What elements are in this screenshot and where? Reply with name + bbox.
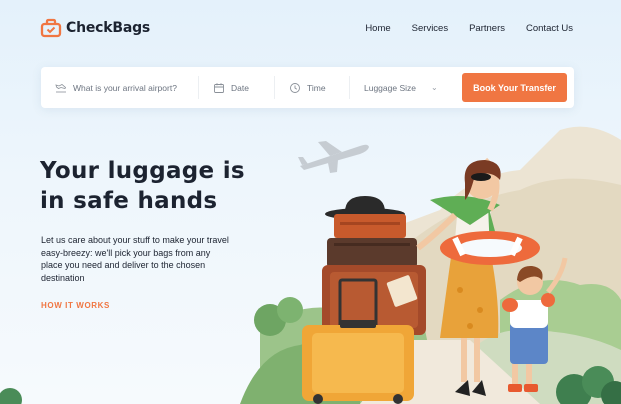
nav-item-partners[interactable]: Partners	[469, 23, 505, 34]
hero-title: Your luggage is in safe hands	[40, 156, 280, 216]
nav-item-home[interactable]: Home	[365, 23, 390, 34]
hero-description: Let us care about your stuff to make you…	[41, 235, 229, 283]
hero-title-line-1: Your luggage is	[40, 158, 245, 184]
chevron-down-icon: ⌄	[431, 83, 438, 92]
booking-bar: What is your arrival airport? Date Time …	[41, 67, 574, 108]
plane-arrival-icon	[55, 83, 66, 92]
time-placeholder: Time	[307, 82, 326, 93]
brand-logo[interactable]: CheckBags	[40, 18, 150, 38]
nav-item-services[interactable]: Services	[412, 23, 448, 34]
date-placeholder: Date	[231, 82, 249, 93]
how-it-works-link[interactable]: HOW IT WORKS	[41, 301, 110, 310]
main-nav: Home Services Partners Contact Us	[365, 23, 573, 34]
hero-title-line-2: in safe hands	[40, 188, 218, 214]
time-field[interactable]: Time	[275, 67, 350, 108]
airport-field[interactable]: What is your arrival airport?	[41, 67, 199, 108]
nav-item-contact-us[interactable]: Contact Us	[526, 23, 573, 34]
date-field[interactable]: Date	[199, 67, 275, 108]
header: CheckBags Home Services Partners Contact…	[0, 0, 621, 58]
airport-placeholder: What is your arrival airport?	[73, 82, 177, 93]
luggage-size-placeholder: Luggage Size	[364, 82, 416, 93]
calendar-icon	[214, 82, 224, 93]
luggage-size-select[interactable]: Luggage Size ⌄	[350, 67, 446, 108]
airplane-icon	[298, 141, 369, 173]
brand-name: CheckBags	[66, 20, 151, 36]
book-transfer-button[interactable]: Book Your Transfer	[462, 73, 567, 102]
bag-logo-icon	[40, 18, 62, 38]
clock-icon	[290, 82, 300, 93]
